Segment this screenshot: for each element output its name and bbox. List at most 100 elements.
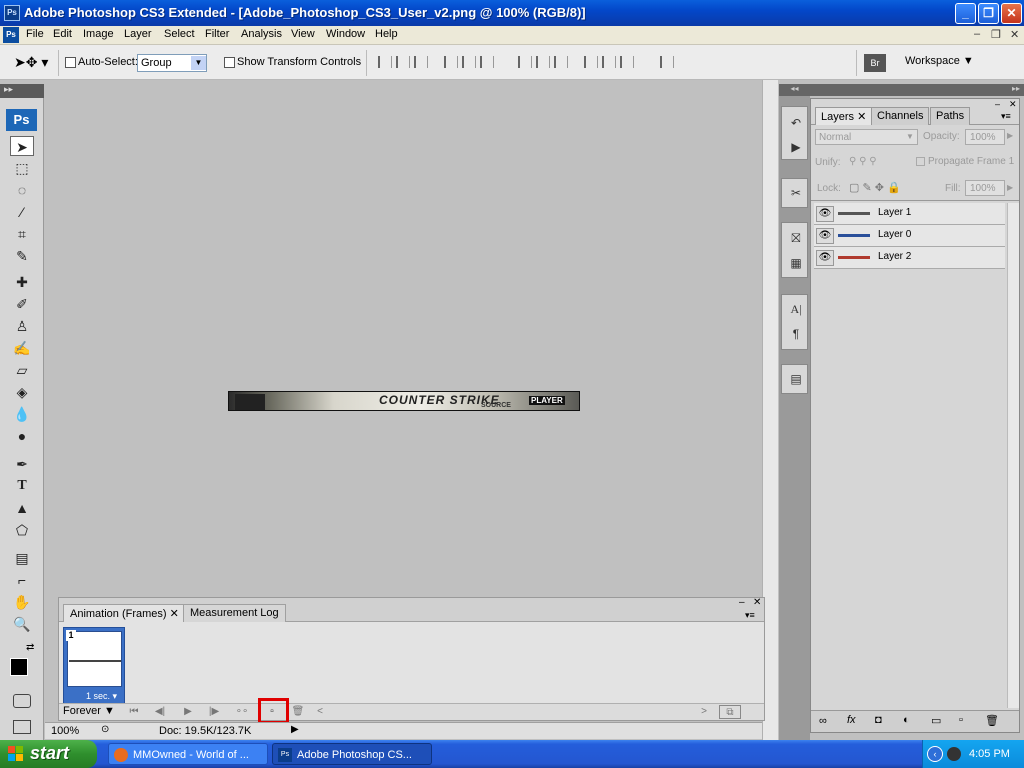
auto-align-icon[interactable]	[660, 56, 674, 68]
layer-row[interactable]: 👁 Layer 2	[814, 247, 1005, 269]
blend-mode-select[interactable]: Normal ▼	[815, 129, 918, 145]
delete-frame-icon[interactable]: 🗑	[289, 705, 307, 719]
document-icon[interactable]: Ps	[3, 27, 19, 43]
quick-mask-icon[interactable]	[13, 694, 31, 708]
steam-icon[interactable]	[947, 747, 961, 761]
menu-layer[interactable]: Layer	[124, 28, 152, 40]
actions-icon[interactable]: ▶	[786, 137, 806, 157]
restore-button[interactable]: ❐	[978, 3, 999, 24]
align-top-icon[interactable]	[378, 56, 392, 68]
pen-tool-icon[interactable]: ✒	[10, 454, 34, 474]
canvas-area[interactable]	[45, 80, 762, 596]
shape-tool-icon[interactable]: ⬠	[10, 520, 34, 540]
menu-file[interactable]: File	[26, 28, 44, 40]
convert-timeline-icon[interactable]: ⧉	[719, 705, 741, 719]
tab-layers[interactable]: Layers ✕	[815, 107, 873, 125]
blur-tool-icon[interactable]: 💧	[10, 404, 34, 424]
taskbar-item-photoshop[interactable]: Ps Adobe Photoshop CS...	[272, 743, 432, 765]
foreground-color-swatch[interactable]	[10, 658, 28, 676]
menu-edit[interactable]: Edit	[53, 28, 72, 40]
propagate-checkbox[interactable]	[916, 157, 925, 166]
frame-delay[interactable]: 1 sec. ▾	[86, 691, 117, 702]
magic-wand-icon[interactable]: ⁄	[10, 202, 34, 222]
unify-icons[interactable]: ⚲ ⚲ ⚲	[849, 156, 877, 167]
swap-colors-icon[interactable]: ⇄	[26, 642, 34, 653]
tool-presets-icon[interactable]: ✂	[786, 183, 806, 203]
loop-select[interactable]: Forever ▼	[63, 705, 115, 717]
panel-menu-icon[interactable]: ▾≡	[745, 610, 755, 621]
bridge-icon[interactable]: Br	[864, 54, 886, 72]
delete-layer-icon[interactable]: 🗑	[985, 714, 999, 727]
visibility-eye-icon[interactable]: 👁	[816, 250, 834, 266]
type-tool-icon[interactable]: T	[10, 476, 34, 496]
paragraph-icon[interactable]: ¶	[786, 324, 806, 344]
photoshop-app-icon[interactable]: Ps	[4, 5, 20, 21]
move-tool-icon[interactable]: ➤	[10, 136, 34, 156]
distribute-top-icon[interactable]	[518, 56, 532, 68]
align-hcenter-icon[interactable]	[462, 56, 476, 68]
align-vcenter-icon[interactable]	[396, 56, 410, 68]
marquee-tool-icon[interactable]: ⬚	[10, 158, 34, 178]
clock[interactable]: 4:05 PM	[969, 740, 1010, 768]
scroll-left-icon[interactable]: <	[311, 705, 329, 719]
close-icon[interactable]: ✕	[170, 608, 179, 620]
distribute-right-icon[interactable]	[620, 56, 634, 68]
menu-image[interactable]: Image	[83, 28, 114, 40]
brushes-icon[interactable]: ⛝	[786, 228, 806, 248]
menu-analysis[interactable]: Analysis	[241, 28, 282, 40]
taskbar-item-firefox[interactable]: MMOwned - World of ...	[108, 743, 268, 765]
next-frame-icon[interactable]: |▶	[205, 705, 223, 719]
move-tool-preset-icon[interactable]: ➤✥ ▾	[14, 54, 48, 71]
clone-source-icon[interactable]: ▦	[786, 253, 806, 273]
menu-view[interactable]: View	[291, 28, 315, 40]
doc-close-icon[interactable]: ✕	[1010, 28, 1019, 41]
toolbox-collapse-icon[interactable]: ▸▸	[0, 84, 44, 98]
lasso-tool-icon[interactable]: ◌	[10, 180, 34, 200]
panel-menu-icon[interactable]: ▾≡	[1001, 111, 1011, 122]
auto-select-checkbox[interactable]	[65, 57, 76, 68]
tab-animation-frames[interactable]: Animation (Frames) ✕	[63, 604, 186, 622]
layer-style-icon[interactable]: fx	[847, 714, 856, 726]
zoom-level[interactable]: 100%	[51, 725, 79, 737]
opacity-arrow-icon[interactable]: ▶	[1007, 131, 1013, 140]
first-frame-icon[interactable]: ⏮	[125, 705, 143, 719]
hand-tool-icon[interactable]: ✋	[10, 592, 34, 612]
screen-mode-icon[interactable]	[13, 720, 31, 734]
document-image[interactable]: COUNTER STRIKE SOURCE PLAYER	[228, 391, 580, 411]
tween-icon[interactable]: ∘∘	[233, 705, 251, 719]
doc-minimize-icon[interactable]: –	[974, 28, 980, 40]
history-icon[interactable]: ↶	[786, 113, 806, 133]
align-left-icon[interactable]	[444, 56, 458, 68]
minimize-button[interactable]: _	[955, 3, 976, 24]
new-group-icon[interactable]: ▭	[931, 714, 941, 727]
opacity-field[interactable]: 100%	[965, 129, 1005, 145]
adjustment-layer-icon[interactable]: ◐	[903, 714, 910, 726]
transform-controls-checkbox[interactable]	[224, 57, 235, 68]
close-button[interactable]: ✕	[1001, 3, 1022, 24]
panel-header-collapse-icon[interactable]: ▸▸	[810, 84, 1024, 96]
tab-measurement-log[interactable]: Measurement Log	[183, 604, 286, 622]
visibility-eye-icon[interactable]: 👁	[816, 206, 834, 222]
menu-help[interactable]: Help	[375, 28, 398, 40]
doc-restore-icon[interactable]: ❐	[991, 28, 1001, 41]
animation-frame[interactable]: 1 1 sec. ▾	[63, 627, 125, 704]
character-icon[interactable]: A|	[786, 299, 806, 319]
show-hidden-icons-icon[interactable]: ‹	[927, 746, 943, 762]
notes-tool-icon[interactable]: ▤	[10, 548, 34, 568]
panel-close-icon[interactable]: ✕	[753, 597, 761, 608]
eyedropper-icon[interactable]: ⌐	[10, 570, 34, 590]
start-button[interactable]: start	[0, 740, 97, 768]
align-right-icon[interactable]	[480, 56, 494, 68]
dock-collapse-icon[interactable]: ◂◂	[779, 84, 810, 96]
align-bottom-icon[interactable]	[414, 56, 428, 68]
healing-brush-icon[interactable]: ✚	[10, 272, 34, 292]
clone-stamp-icon[interactable]: ♙	[10, 316, 34, 336]
panel-minimize-icon[interactable]: –	[739, 597, 745, 608]
status-options-icon[interactable]: ⊙	[101, 724, 109, 735]
new-layer-icon[interactable]: ▫	[959, 714, 963, 726]
dodge-tool-icon[interactable]: ●	[10, 426, 34, 446]
layer-row[interactable]: 👁 Layer 1	[814, 203, 1005, 225]
scroll-right-icon[interactable]: >	[695, 705, 713, 719]
fill-field[interactable]: 100%	[965, 180, 1005, 196]
slice-tool-icon[interactable]: ✎	[10, 246, 34, 266]
